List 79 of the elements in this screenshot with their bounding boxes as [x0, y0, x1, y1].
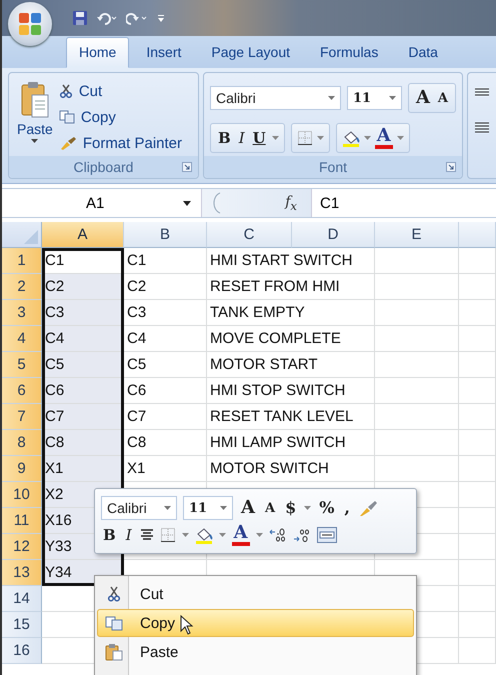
row-header[interactable]: 12 — [2, 534, 42, 560]
table-cell: C8 — [42, 430, 124, 456]
table-cell: C6 — [124, 378, 207, 404]
table-cell: C2 — [42, 274, 124, 300]
row-header[interactable]: 4 — [2, 326, 42, 352]
currency-button[interactable]: $ — [283, 500, 298, 516]
font-color-button[interactable]: A — [374, 127, 393, 149]
row-header[interactable]: 3 — [2, 300, 42, 326]
table-cell: C3 — [42, 300, 124, 326]
row-header[interactable]: 5 — [2, 352, 42, 378]
row-header[interactable]: 15 — [2, 612, 42, 638]
formula-field[interactable]: C1 — [312, 194, 340, 212]
menu-item[interactable]: Copy — [97, 609, 414, 637]
table-cell: C5 — [42, 352, 124, 378]
grow-font-button[interactable]: A — [239, 499, 257, 517]
row-header[interactable]: 2 — [2, 274, 42, 300]
table-cell: RESET TANK LEVEL — [207, 404, 375, 430]
row-header[interactable]: 1 — [2, 248, 42, 274]
font-size-field[interactable]: 11 — [183, 496, 233, 520]
row-header[interactable]: 13 — [2, 560, 42, 586]
format-painter-button[interactable]: Format Painter — [56, 131, 184, 155]
ribbon-tab[interactable]: Formulas — [307, 37, 392, 68]
menu-item[interactable]: Paste — [97, 638, 414, 666]
underline-button[interactable]: U — [250, 130, 268, 146]
column-header[interactable]: B — [124, 222, 207, 248]
ribbon-tab[interactable]: Insert — [133, 37, 194, 68]
paste-button[interactable]: Paste — [13, 77, 57, 156]
row-header[interactable]: 16 — [2, 638, 42, 664]
percent-button[interactable]: % — [317, 500, 336, 516]
font-name-field[interactable]: Calibri — [210, 86, 342, 110]
table-cell: C3 — [124, 300, 207, 326]
table-cell: C2 — [124, 274, 207, 300]
table-cell: HMI START SWITCH — [207, 248, 375, 274]
row-header[interactable]: 8 — [2, 430, 42, 456]
table-cell: X1 — [42, 456, 124, 482]
table-cell: C4 — [124, 326, 207, 352]
font-size-field[interactable]: 11 — [347, 86, 402, 110]
row-header[interactable]: 9 — [2, 456, 42, 482]
table-cell: X1 — [124, 456, 207, 482]
table-cell: MOVE COMPLETE — [207, 326, 375, 352]
row-header[interactable]: 6 — [2, 378, 42, 404]
table-cell: C6 — [42, 378, 124, 404]
table-cell: C7 — [42, 404, 124, 430]
table-cell: MOTOR START — [207, 352, 375, 378]
table-cell: TANK EMPTY — [207, 300, 375, 326]
bold-button[interactable]: B — [216, 130, 233, 146]
column-header[interactable]: C — [207, 222, 292, 248]
row-header[interactable]: 10 — [2, 482, 42, 508]
font-color-button[interactable]: A — [232, 524, 250, 546]
table-cell: MOTOR SWITCH — [207, 456, 375, 482]
shrink-font-button[interactable]: A — [262, 502, 278, 514]
table-cell: C8 — [124, 430, 207, 456]
table-cell: HMI LAMP SWITCH — [207, 430, 375, 456]
column-header[interactable]: D — [292, 222, 375, 248]
column-header[interactable]: A — [42, 222, 124, 248]
copy-button[interactable]: Copy — [56, 105, 184, 129]
table-cell: HMI STOP SWITCH — [207, 378, 375, 404]
italic-button[interactable]: I — [236, 130, 247, 146]
group-label: Clipboard — [74, 159, 134, 175]
insert-function-button[interactable]: f$_{x}$ — [285, 194, 297, 212]
row-header[interactable]: 7 — [2, 404, 42, 430]
row-header[interactable]: 11 — [2, 508, 42, 534]
font-name-field[interactable]: Calibri — [101, 496, 177, 520]
table-cell: C5 — [124, 352, 207, 378]
ribbon-tab[interactable]: Data — [395, 37, 451, 68]
ribbon-tab[interactable]: Page Layout — [198, 37, 303, 68]
ribbon-tab[interactable]: Home — [66, 37, 130, 68]
table-cell: RESET FROM HMI — [207, 274, 375, 300]
comma-button[interactable]: , — [342, 500, 352, 516]
row-header[interactable]: 14 — [2, 586, 42, 612]
table-cell: C1 — [124, 248, 207, 274]
cut-button[interactable]: Cut — [56, 79, 184, 103]
column-header[interactable]: E — [375, 222, 459, 248]
group-label: Font — [318, 159, 347, 175]
grow-font-button[interactable]: A — [414, 89, 432, 107]
table-cell: C7 — [124, 404, 207, 430]
table-cell: C4 — [42, 326, 124, 352]
italic-button[interactable]: I — [124, 528, 134, 542]
shrink-font-button[interactable]: A — [436, 92, 450, 104]
